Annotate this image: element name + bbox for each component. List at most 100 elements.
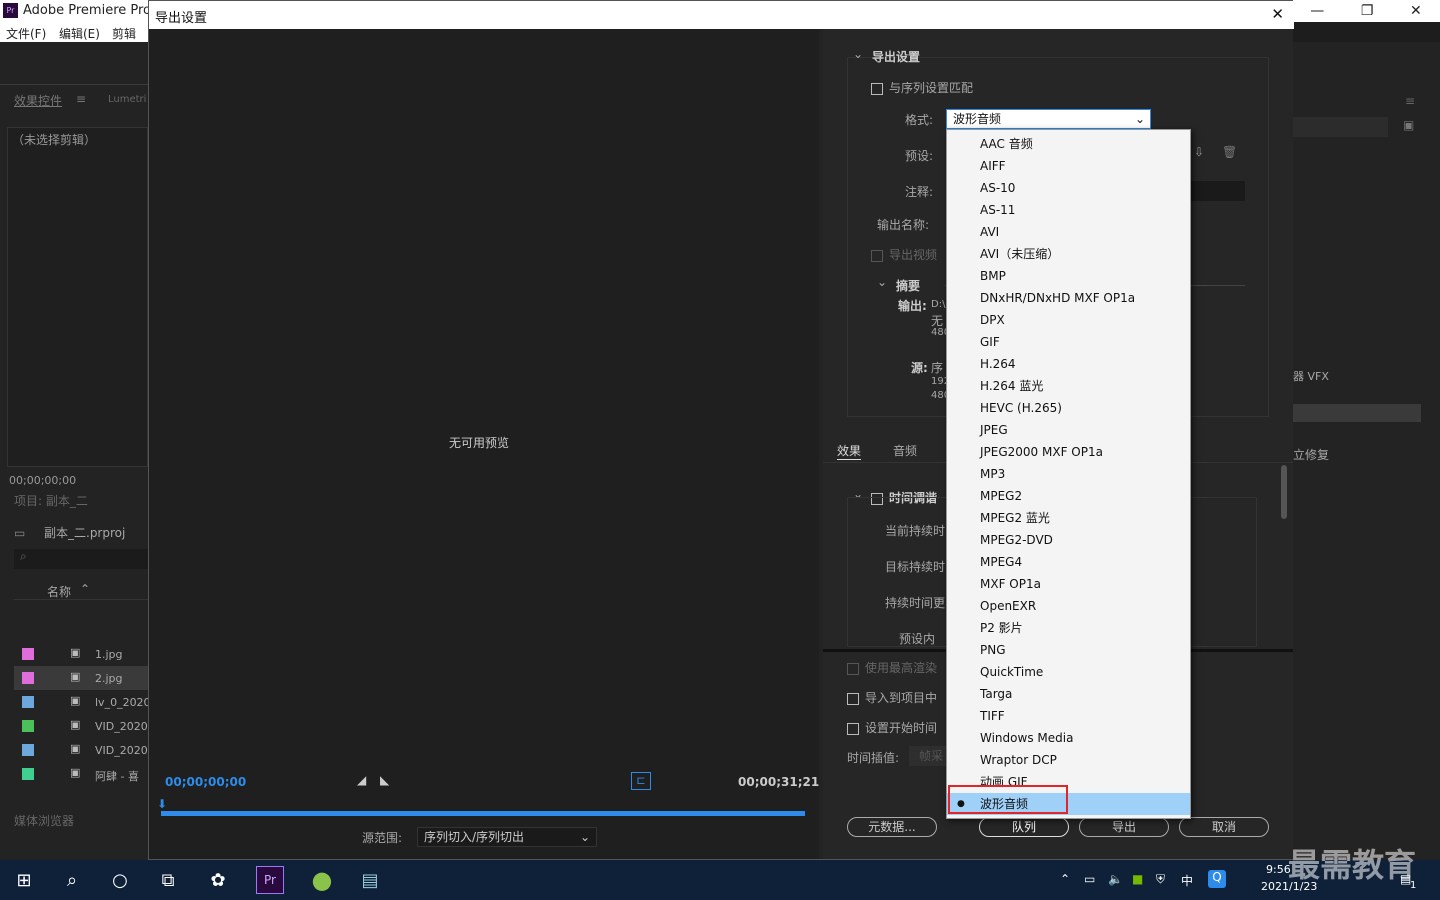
format-option[interactable]: P2 影片 [947, 617, 1190, 639]
color-label-swatch[interactable] [22, 648, 34, 660]
format-option[interactable]: AIFF [947, 155, 1190, 177]
column-name-header[interactable]: 名称 [47, 583, 71, 600]
playhead-icon[interactable]: ⬇ [157, 797, 167, 811]
premiere-taskbar-icon[interactable]: Pr [256, 866, 284, 894]
format-option[interactable]: QuickTime [947, 661, 1190, 683]
project-item-row[interactable]: ▣ 阿肆 - 喜 [14, 762, 148, 786]
format-option[interactable]: MPEG2 [947, 485, 1190, 507]
minimize-button[interactable]: — [1310, 3, 1324, 19]
format-option[interactable]: TIFF [947, 705, 1190, 727]
format-option[interactable]: PNG [947, 639, 1190, 661]
cancel-button[interactable]: 取消 [1179, 817, 1269, 837]
tray-chevron-icon[interactable]: ⌃ [1060, 872, 1070, 886]
task-view-icon[interactable]: ⧉ [152, 864, 184, 896]
format-option[interactable]: H.264 蓝光 [947, 375, 1190, 397]
maximize-button[interactable]: ❐ [1361, 3, 1374, 19]
panel-menu-icon[interactable]: ≡ [1405, 94, 1415, 108]
project-item-row[interactable]: ▣ lv_0_2020 [14, 690, 151, 714]
match-sequence-checkbox[interactable]: 与序列设置匹配 [871, 79, 973, 96]
pinwheel-app-icon[interactable]: ✿ [202, 864, 234, 896]
set-in-point-icon[interactable]: ◢ [357, 773, 366, 787]
queue-button[interactable]: 队列 [979, 817, 1069, 837]
menu-edit[interactable]: 编辑(E) [59, 25, 100, 42]
camera-icon[interactable]: ▣ [1403, 118, 1414, 132]
format-option[interactable]: AAC 音频 [947, 133, 1190, 155]
export-button[interactable]: 导出 [1079, 817, 1169, 837]
close-app-button[interactable]: ✕ [1410, 3, 1422, 19]
dialog-close-button[interactable]: ✕ [1271, 5, 1284, 23]
timeline-bar[interactable] [161, 811, 805, 816]
format-option[interactable]: Windows Media [947, 727, 1190, 749]
cortana-icon[interactable]: ○ [104, 864, 136, 896]
format-option[interactable]: AVI（未压缩） [947, 243, 1190, 265]
format-option[interactable]: Targa [947, 683, 1190, 705]
export-video-checkbox[interactable]: 导出视频 [871, 246, 937, 263]
format-option[interactable]: Wraptor DCP [947, 749, 1190, 771]
summary-heading: 摘要 [896, 279, 921, 293]
project-item-row[interactable]: ▣ VID_20201 [14, 738, 155, 762]
scrollbar[interactable] [1281, 465, 1287, 519]
media-browser-tab[interactable]: 媒体浏览器 [14, 812, 74, 829]
panel-menu-icon[interactable]: ≡ [76, 92, 86, 106]
color-label-swatch[interactable] [22, 768, 34, 780]
delete-preset-icon[interactable]: 🗑 [1222, 145, 1237, 159]
green-ball-app-icon[interactable]: ● [306, 864, 338, 896]
format-option[interactable]: AS-11 [947, 199, 1190, 221]
project-item-row[interactable]: ▣ 2.jpg [14, 666, 148, 690]
format-option[interactable]: MP3 [947, 463, 1190, 485]
project-search-input[interactable]: ⌕ [14, 549, 148, 569]
project-tab[interactable]: 项目: 副本_二 [14, 492, 88, 509]
tab-effect-controls[interactable]: 效果控件 [14, 92, 62, 109]
format-option[interactable]: MXF OP1a [947, 573, 1190, 595]
format-option[interactable]: MPEG2 蓝光 [947, 507, 1190, 529]
source-range-select[interactable]: 序列切入/序列切出 ⌄ [417, 827, 597, 847]
metadata-button[interactable]: 元数据... [847, 817, 937, 837]
format-option[interactable]: H.264 [947, 353, 1190, 375]
format-option[interactable]: GIF [947, 331, 1190, 353]
security-shield-icon[interactable]: ⛨ [1156, 872, 1165, 887]
project-item-name: lv_0_2020 [95, 696, 151, 709]
summary-chevron-icon[interactable]: ⌄ [877, 275, 887, 289]
windows-start-icon[interactable]: ⊞ [8, 864, 40, 896]
format-option[interactable]: DPX [947, 309, 1190, 331]
format-option[interactable]: MPEG2-DVD [947, 529, 1190, 551]
network-icon[interactable]: ▭ [1084, 872, 1095, 886]
set-start-tc-checkbox[interactable]: 设置开始时间 [847, 719, 937, 736]
menu-file[interactable]: 文件(F) [6, 25, 46, 42]
import-preset-icon[interactable]: ⇩ [1194, 145, 1204, 159]
tab-audio[interactable]: 音频 [893, 442, 917, 459]
fit-aspect-icon[interactable]: ⊏ [631, 772, 651, 790]
format-option[interactable]: DNxHR/DNxHD MXF OP1a [947, 287, 1190, 309]
project-item-row[interactable]: ▣ 1.jpg [14, 642, 148, 666]
clock-time[interactable]: 9:56 [1266, 863, 1291, 876]
ime-indicator[interactable]: 中 [1181, 872, 1193, 889]
format-option[interactable]: MPEG4 [947, 551, 1190, 573]
format-option[interactable]: OpenEXR [947, 595, 1190, 617]
color-label-swatch[interactable] [22, 672, 34, 684]
color-label-swatch[interactable] [22, 720, 34, 732]
format-option[interactable]: JPEG2000 MXF OP1a [947, 441, 1190, 463]
format-option[interactable]: AS-10 [947, 177, 1190, 199]
color-label-swatch[interactable] [22, 744, 34, 756]
format-option[interactable]: BMP [947, 265, 1190, 287]
timecode-in[interactable]: 00;00;00;00 [165, 775, 246, 789]
notepad-app-icon[interactable]: ▤ [354, 864, 386, 896]
max-render-checkbox[interactable]: 使用最高渲染 [847, 659, 937, 676]
project-item-row[interactable]: ▣ VID_20201 [14, 714, 155, 738]
format-option[interactable]: HEVC (H.265) [947, 397, 1190, 419]
qq-icon[interactable]: Q [1208, 870, 1226, 888]
nvidia-icon[interactable]: ■ [1132, 872, 1143, 886]
format-select[interactable]: 波形音频 ⌄ [946, 109, 1151, 129]
tab-effects[interactable]: 效果 [837, 442, 862, 460]
format-option[interactable]: AVI [947, 221, 1190, 243]
search-icon[interactable]: ⌕ [56, 864, 88, 896]
comment-input[interactable] [1191, 181, 1245, 201]
interpolation-select[interactable]: 帧采 [909, 746, 949, 766]
volume-icon[interactable]: 🔈 [1108, 872, 1123, 886]
import-project-checkbox[interactable]: 导入到项目中 [847, 689, 937, 706]
set-out-point-icon[interactable]: ◣ [380, 773, 389, 787]
format-option[interactable]: JPEG [947, 419, 1190, 441]
color-label-swatch[interactable] [22, 696, 34, 708]
tab-lumetri[interactable]: Lumetri [108, 94, 146, 105]
collapse-chevron-icon[interactable]: ⌄ [853, 47, 863, 61]
